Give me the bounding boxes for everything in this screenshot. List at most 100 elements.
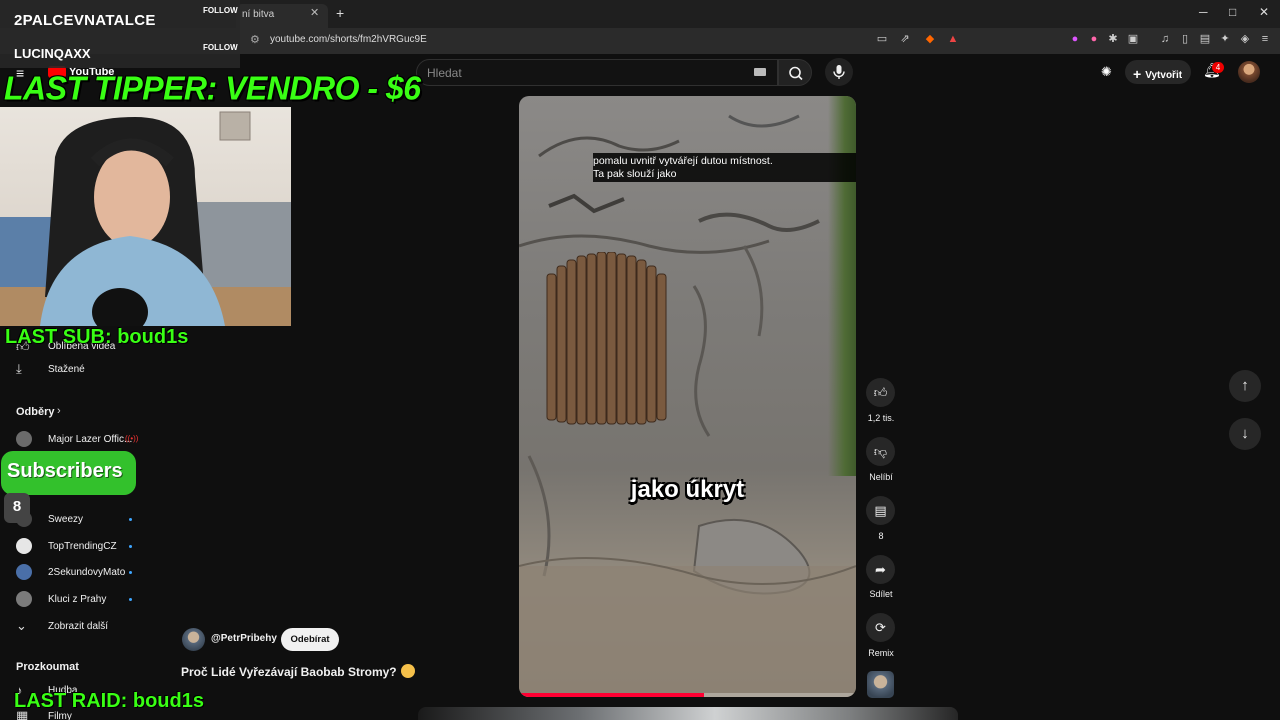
subscribers-label: Subscribers — [7, 460, 123, 482]
progress-fill — [519, 693, 705, 697]
sidebar-item-downloads[interactable]: ⤓ Stažené — [0, 356, 150, 382]
remix-button[interactable]: ⟳ — [866, 613, 895, 642]
webcam-feed — [0, 107, 291, 326]
remix-icon: ⟳ — [875, 620, 886, 635]
arrow-down-icon: ↓ — [1241, 425, 1249, 442]
search-icon — [789, 66, 803, 81]
last-sub-overlay: LAST SUB: boud1s — [5, 326, 189, 348]
progress-bar[interactable] — [519, 693, 856, 697]
last-raid-overlay: LAST RAID: boud1s — [14, 690, 204, 712]
voice-search-button[interactable] — [825, 58, 853, 86]
burned-in-caption: jako úkryt — [630, 476, 745, 503]
channel-avatar-icon — [16, 591, 32, 607]
dislike-button[interactable]: 👎︎ — [866, 437, 895, 466]
streamer-webcam-image — [0, 111, 291, 326]
new-content-dot — [129, 571, 132, 574]
extension-icon-2[interactable]: ● — [1088, 33, 1100, 45]
chevron-down-icon: ⌄ — [16, 618, 27, 633]
subtitle-line-2: Ta pak slouží jako — [593, 168, 677, 180]
share-button[interactable]: ➦ — [866, 555, 895, 584]
microphone-icon — [833, 65, 845, 79]
create-label: Vytvořit — [1145, 70, 1183, 81]
keyboard-icon[interactable] — [754, 68, 766, 76]
minimize-icon[interactable]: ─ — [1199, 5, 1208, 19]
rewards-icon[interactable]: ▲ — [947, 33, 959, 45]
new-content-dot — [129, 545, 132, 548]
wooden-door-image — [546, 252, 667, 425]
tab-title: ní bitva — [242, 9, 275, 20]
sound-source-avatar[interactable] — [867, 671, 894, 698]
sub-name: Kluci z Prahy — [48, 594, 107, 605]
sub-name: Sweezy — [48, 514, 84, 525]
account-avatar[interactable] — [1238, 61, 1260, 83]
share-label: Sdílet — [869, 589, 893, 599]
extension-icon-1[interactable]: ● — [1069, 33, 1081, 45]
sidebar-sub-item[interactable]: 2SekundovyMato — [0, 559, 150, 585]
new-content-dot — [129, 598, 132, 601]
site-info-icon[interactable]: ⚙ — [250, 33, 260, 46]
live-icon: ((•)) — [125, 434, 139, 443]
arrow-up-icon: ↑ — [1241, 377, 1249, 394]
follow-label-1: FOLLOW — [203, 6, 238, 15]
notification-badge: 4 — [1212, 62, 1224, 73]
video-title-text: Proč Lidé Vyřezávají Baobab Stromy? — [181, 665, 397, 679]
remix-label: Remix — [868, 648, 894, 658]
share-page-icon[interactable]: ⇗ — [899, 33, 911, 45]
create-button[interactable]: + Vytvořit — [1125, 60, 1191, 84]
comment-count: 8 — [878, 531, 884, 541]
sub-name: Major Lazer Offic... — [48, 434, 133, 445]
emoji-icon — [400, 664, 415, 678]
new-content-dot — [129, 518, 132, 521]
subscribe-button[interactable]: Odebírat — [281, 628, 339, 651]
tab-close-icon[interactable]: ✕ — [310, 6, 319, 19]
brave-shield-icon[interactable]: ◆ — [924, 33, 936, 45]
sidebar-subscriptions-heading[interactable]: Odběry › — [0, 400, 150, 426]
sidebar-icon[interactable]: ▯ — [1179, 33, 1191, 45]
search-button[interactable] — [778, 59, 812, 86]
sidebar-sub-item[interactable]: Kluci z Prahy — [0, 586, 150, 612]
subtitle-box: pomalu uvnitř vytvářejí dutou místnost. … — [593, 153, 856, 182]
wallet-icon[interactable]: ▤ — [1199, 33, 1211, 45]
search-input[interactable] — [416, 59, 778, 86]
follower-name-2: LUCINQAXX — [14, 46, 91, 61]
sidebar-sub-item[interactable]: Major Lazer Offic... ((•)) — [0, 426, 150, 452]
channel-avatar-icon — [16, 431, 32, 447]
sidebar-sub-item[interactable]: TopTrendingCZ — [0, 533, 150, 559]
thumb-down-icon: 👎︎ — [873, 444, 888, 459]
next-short-preview[interactable] — [418, 707, 958, 720]
plus-icon: + — [1133, 66, 1142, 82]
channel-avatar-icon — [16, 538, 32, 554]
new-tab-button[interactable]: + — [336, 5, 344, 21]
like-count: 1,2 tis. — [867, 413, 895, 423]
url-text[interactable]: youtube.com/shorts/fm2hVRGuc9E — [270, 34, 427, 45]
subscribers-count: 8 — [12, 498, 22, 515]
channel-avatar[interactable] — [182, 628, 205, 651]
follow-label-2: FOLLOW — [203, 43, 238, 52]
maximize-icon[interactable]: □ — [1229, 5, 1236, 19]
explore-heading: Prozkoumat — [16, 661, 79, 673]
vpn-icon[interactable]: ◈ — [1239, 33, 1251, 45]
subscriptions-heading: Odběry — [16, 406, 55, 418]
leo-icon[interactable]: ✦ — [1219, 33, 1231, 45]
comments-button[interactable]: ▤ — [866, 496, 895, 525]
search-placeholder: Hledat — [427, 66, 462, 80]
music-icon[interactable]: ♫ — [1159, 33, 1171, 45]
screen-icon[interactable]: ▭ — [876, 33, 888, 45]
shorts-video-player[interactable]: pomalu uvnitř vytvářejí dutou místnost. … — [519, 96, 856, 697]
channel-name[interactable]: @PetrPribehy — [211, 633, 277, 644]
like-button[interactable]: 👍︎ — [866, 378, 895, 407]
thumb-up-icon: 👍︎ — [873, 385, 888, 400]
next-short-button[interactable]: ↓ — [1229, 418, 1261, 450]
comment-icon: ▤ — [874, 503, 887, 518]
previous-short-button[interactable]: ↑ — [1229, 370, 1261, 402]
download-icon: ⤓ — [16, 361, 22, 376]
close-window-icon[interactable]: ✕ — [1259, 5, 1269, 19]
channel-avatar-icon — [16, 564, 32, 580]
sidebar-show-more[interactable]: ⌄ Zobrazit další — [0, 613, 150, 639]
last-tipper-overlay: LAST TIPPER: VENDRO - $6 — [4, 69, 421, 107]
extensions-icon[interactable]: ✱ — [1107, 33, 1119, 45]
tab-search-icon[interactable]: ▣ — [1127, 33, 1139, 45]
ai-sparkle-icon[interactable]: ✺ — [1101, 64, 1112, 80]
show-more-label: Zobrazit další — [48, 621, 109, 632]
browser-menu-icon[interactable]: ≡ — [1259, 33, 1271, 45]
